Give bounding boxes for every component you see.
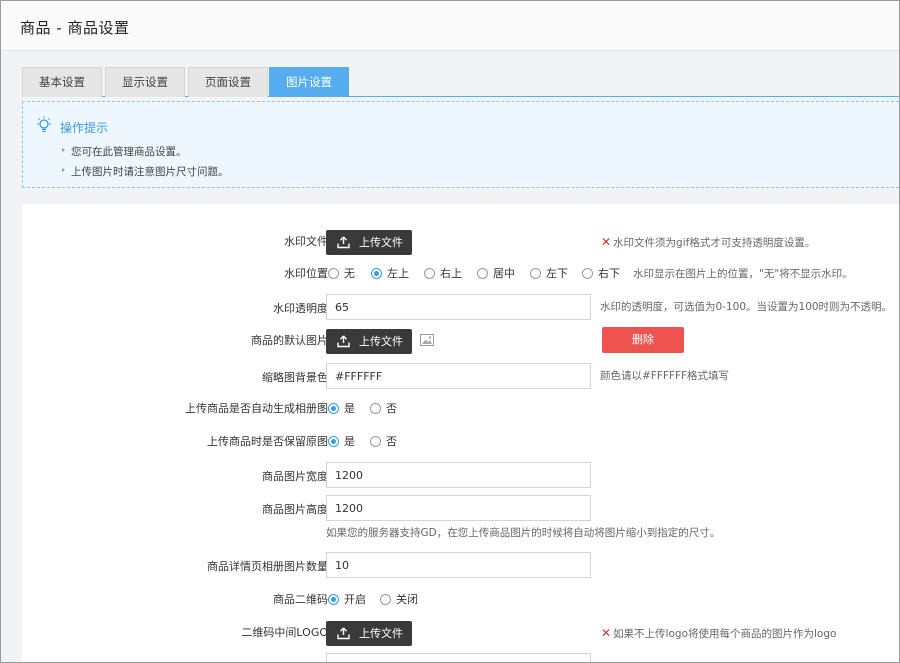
radio-position-none[interactable]: 无 [328, 259, 355, 289]
upload-label: 上传文件 [359, 236, 403, 249]
app-window: 商品 - 商品设置 基本设置 显示设置 页面设置 图片设置 操作提示 您可在此管… [0, 0, 900, 663]
radio-icon [380, 593, 391, 605]
tab-image-settings[interactable]: 图片设置 [269, 67, 349, 97]
image-preview-icon[interactable] [420, 334, 434, 346]
radio-position-bottom-left[interactable]: 左下 [530, 259, 568, 289]
watermark-upload-button[interactable]: 上传文件 [326, 230, 412, 255]
album-count-input[interactable] [326, 552, 591, 578]
radio-icon [424, 267, 435, 279]
watermark-position-note: 水印显示在图片上的位置，"无"将不显示水印。 [633, 268, 853, 280]
watermark-file-note: ✕ 水印文件须为gif格式才可支持透明度设置。 [601, 235, 816, 249]
thumb-bg-note: 颜色请以#FFFFFF格式填写 [600, 370, 730, 382]
delete-button[interactable]: 删除 [602, 327, 684, 353]
thumb-bg-input[interactable] [326, 363, 591, 389]
qrcode-logo-upload-button[interactable]: 上传文件 [326, 621, 412, 646]
radio-checked-icon [328, 593, 339, 605]
radio-icon [582, 267, 593, 279]
error-x-icon: ✕ [601, 626, 612, 640]
row-auto-album: 上传商品是否自动生成相册图： 是 否 [22, 394, 899, 424]
qrcode-logo-label: 二维码中间LOGO： [241, 626, 339, 639]
radio-qrcode-on[interactable]: 开启 [328, 585, 366, 615]
image-size-note: 如果您的服务器支持GD，在您上传商品图片的时候将自动将图片缩小到指定的尺寸。 [326, 527, 721, 539]
image-width-input[interactable] [326, 462, 591, 488]
settings-form: 水印文件： 上传文件 ✕ 水印文件须为gif格式才可支持透明度设置。 水印位置： … [22, 204, 899, 662]
tip-item: 您可在此管理商品设置。 [62, 146, 187, 158]
radio-checked-icon [371, 267, 382, 279]
tips-title: 操作提示 [60, 121, 109, 135]
tab-bar: 基本设置 显示设置 页面设置 图片设置 [22, 67, 899, 97]
upload-label: 上传文件 [359, 627, 403, 640]
watermark-opacity-note: 水印的透明度，可选值为0-100。当设置为100时则为不透明。 [600, 301, 893, 313]
row-cutoff [22, 653, 899, 662]
radio-icon [370, 435, 381, 447]
row-watermark-position: 水印位置： 无 左上 右上 居中 左下 右下 水印显示在图片上的位置，"无"将不… [22, 259, 899, 289]
tab-page-settings[interactable]: 页面设置 [188, 67, 268, 97]
page-title: 商品 - 商品设置 [20, 19, 130, 37]
lightbulb-icon [37, 116, 51, 133]
row-watermark-opacity: 水印透明度： 水印的透明度，可选值为0-100。当设置为100时则为不透明。 [22, 294, 899, 324]
row-qrcode: 商品二维码： 开启 关闭 [22, 585, 899, 615]
row-album-count: 商品详情页相册图片数量： [22, 552, 899, 582]
keep-original-label: 上传商品时是否保留原图： [207, 435, 339, 448]
upload-icon [337, 335, 350, 348]
row-keep-original: 上传商品时是否保留原图： 是 否 [22, 427, 899, 457]
radio-icon [477, 267, 488, 279]
radio-keep-original-yes[interactable]: 是 [328, 427, 355, 457]
watermark-opacity-input[interactable] [326, 294, 591, 320]
upload-label: 上传文件 [359, 335, 403, 348]
upload-icon [337, 236, 350, 249]
album-count-label: 商品详情页相册图片数量： [207, 560, 339, 573]
radio-qrcode-off[interactable]: 关闭 [380, 585, 418, 615]
cutoff-input[interactable] [326, 653, 591, 662]
qrcode-logo-note: ✕ 如果不上传logo将使用每个商品的图片作为logo [601, 626, 837, 640]
default-image-upload-button[interactable]: 上传文件 [326, 329, 412, 354]
radio-position-top-right[interactable]: 右上 [424, 259, 462, 289]
row-qrcode-logo: 二维码中间LOGO： 上传文件 ✕ 如果不上传logo将使用每个商品的图片作为lo… [22, 618, 899, 648]
tab-basic-settings[interactable]: 基本设置 [22, 67, 102, 97]
radio-checked-icon [328, 435, 339, 447]
radio-checked-icon [328, 402, 339, 414]
radio-icon [530, 267, 541, 279]
radio-position-center[interactable]: 居中 [477, 259, 515, 289]
radio-icon [370, 402, 381, 414]
operation-tips: 操作提示 您可在此管理商品设置。 上传图片时请注意图片尺寸问题。 [22, 101, 899, 188]
error-x-icon: ✕ [601, 235, 612, 249]
tab-display-settings[interactable]: 显示设置 [105, 67, 185, 97]
row-watermark-file: 水印文件： 上传文件 ✕ 水印文件须为gif格式才可支持透明度设置。 [22, 227, 899, 257]
radio-icon [328, 267, 339, 279]
radio-position-bottom-right[interactable]: 右下 [582, 259, 620, 289]
row-thumb-bg: 缩略图背景色： 颜色请以#FFFFFF格式填写 [22, 363, 899, 393]
radio-keep-original-no[interactable]: 否 [370, 427, 397, 457]
radio-auto-album-no[interactable]: 否 [370, 394, 397, 424]
row-default-image: 商品的默认图片： 上传文件 删除 [22, 326, 899, 356]
auto-album-label: 上传商品是否自动生成相册图： [185, 402, 339, 415]
radio-auto-album-yes[interactable]: 是 [328, 394, 355, 424]
row-image-width: 商品图片宽度： [22, 462, 899, 492]
page-header: 商品 - 商品设置 [1, 1, 899, 51]
tip-item: 上传图片时请注意图片尺寸问题。 [62, 166, 229, 178]
radio-position-top-left[interactable]: 左上 [371, 259, 409, 289]
upload-icon [337, 627, 350, 640]
